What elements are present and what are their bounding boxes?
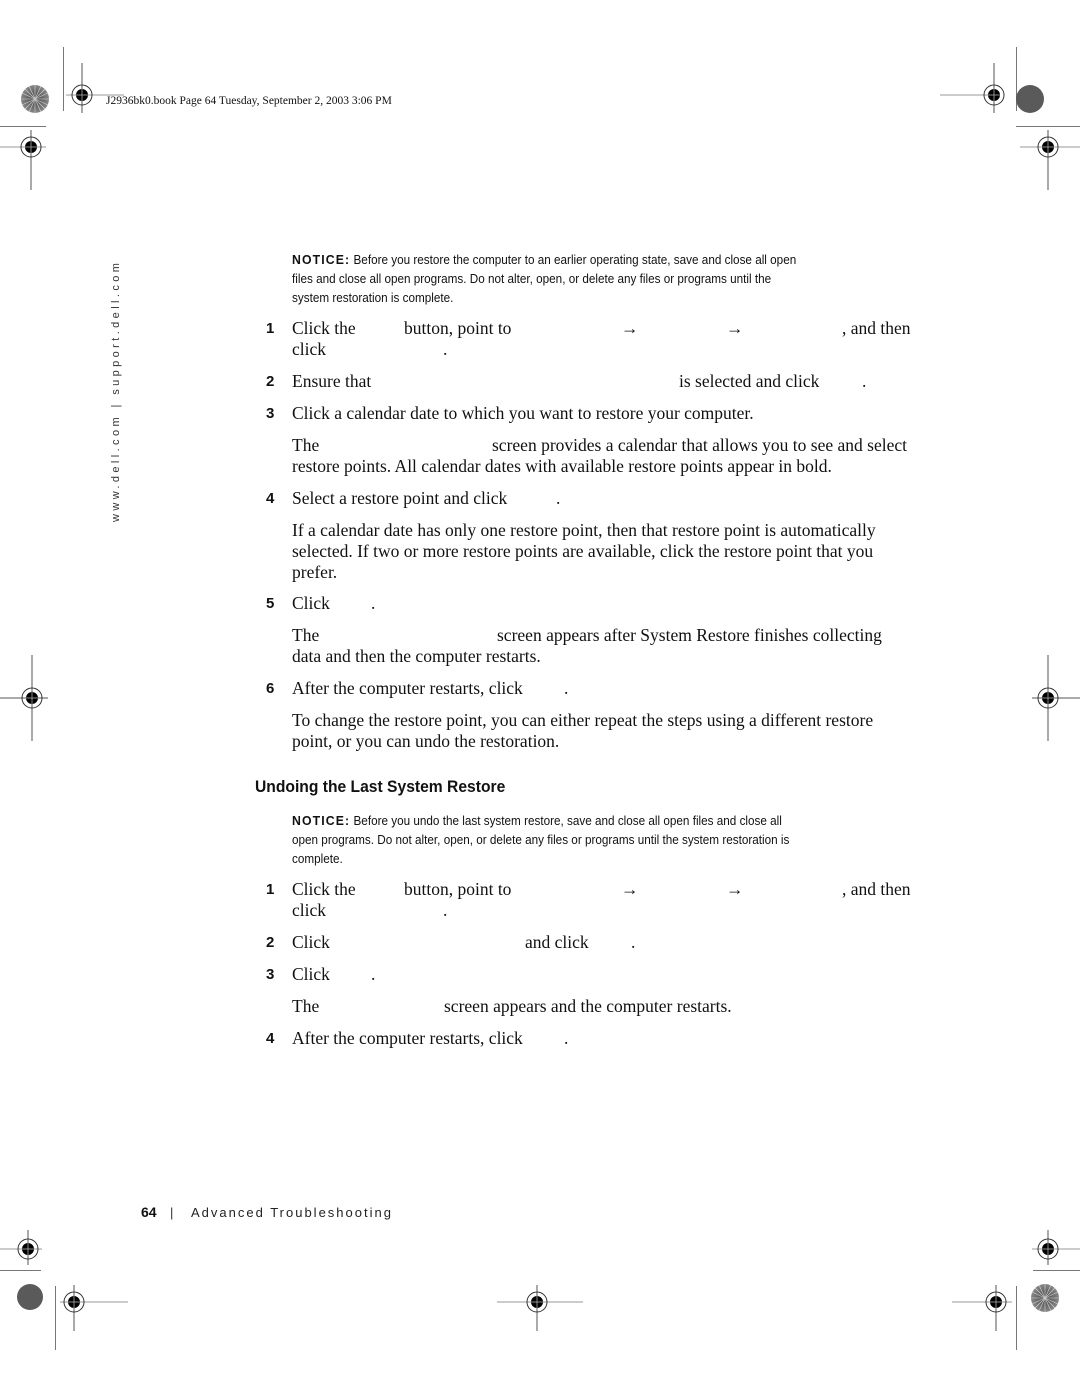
registration-mark-icon — [952, 1285, 1012, 1331]
step-text: Click the — [292, 879, 356, 899]
step-number: 1 — [266, 320, 275, 337]
step-text: button, point to — [404, 318, 512, 338]
notice-line: NOTICE: Before you undo the last system … — [292, 811, 782, 832]
step-number: 5 — [266, 595, 275, 612]
chapter-title: Advanced Troubleshooting — [191, 1205, 393, 1220]
registration-mark-icon — [0, 130, 46, 190]
step-number: 3 — [266, 966, 275, 983]
step-number: 3 — [266, 405, 275, 422]
crop-line — [0, 1270, 41, 1271]
step-note: The — [292, 625, 320, 645]
step-number: 4 — [266, 490, 275, 507]
notice-line: system restoration is complete. — [292, 291, 454, 305]
step-note: prefer. — [292, 562, 338, 582]
notice-label: NOTICE: — [292, 252, 351, 267]
registration-mark-icon — [497, 1285, 583, 1331]
step-number: 1 — [266, 881, 275, 898]
step-number: 4 — [266, 1030, 275, 1047]
crop-line — [0, 126, 46, 127]
notice-line: open programs. Do not alter, open, or de… — [292, 833, 790, 847]
step-note: If a calendar date has only one restore … — [292, 520, 876, 540]
notice-label: NOTICE: — [292, 813, 351, 828]
registration-mark-icon — [60, 1285, 128, 1331]
side-url: www.dell.com | support.dell.com — [110, 259, 122, 522]
notice-text: Before you restore the computer to an ea… — [353, 253, 797, 267]
step-text: After the computer restarts, click — [292, 678, 523, 698]
step-note: The — [292, 435, 320, 455]
step-text: , and then — [842, 318, 911, 338]
crop-line — [1016, 1286, 1017, 1350]
step-note: point, or you can undo the restoration. — [292, 731, 560, 751]
arrow-icon: → — [726, 318, 744, 338]
step-text: and click — [525, 932, 589, 952]
step-number: 6 — [266, 680, 275, 697]
step-text: button, point to — [404, 879, 512, 899]
starburst-mark-icon — [1031, 1284, 1059, 1312]
step-text: , and then — [842, 879, 911, 899]
crop-line — [1033, 1270, 1080, 1271]
gray-dot-mark-icon — [17, 1284, 43, 1310]
step-note: screen provides a calendar that allows y… — [492, 435, 907, 455]
crop-line — [1016, 126, 1080, 127]
registration-mark-icon — [0, 655, 48, 741]
registration-mark-icon — [1032, 1230, 1080, 1265]
step-text: Click — [292, 932, 330, 952]
step-text: . — [556, 488, 561, 508]
step-text: Click — [292, 593, 330, 613]
notice-text: Before you undo the last system restore,… — [353, 814, 782, 828]
crop-line — [63, 47, 64, 111]
registration-mark-icon — [1032, 655, 1080, 741]
step-note: selected. If two or more restore points … — [292, 541, 874, 561]
step-text: . — [371, 964, 376, 984]
registration-mark-icon — [1020, 130, 1080, 190]
step-note: screen appears and the computer restarts… — [444, 996, 732, 1016]
step-text: Click — [292, 964, 330, 984]
footer-separator: | — [170, 1205, 174, 1220]
starburst-mark-icon — [21, 85, 49, 113]
step-text: . — [443, 339, 448, 359]
step-text: click — [292, 339, 327, 359]
arrow-icon: → — [726, 879, 744, 899]
step-note: The — [292, 996, 320, 1016]
step-note: restore points. All calendar dates with … — [292, 456, 832, 476]
step-text: Select a restore point and click — [292, 488, 508, 508]
step-text: . — [443, 900, 448, 920]
step-text: . — [371, 593, 376, 613]
notice-line: complete. — [292, 852, 343, 866]
arrow-icon: → — [621, 318, 639, 338]
step-text: is selected and click — [679, 371, 820, 391]
section-heading: Undoing the Last System Restore — [255, 777, 506, 796]
step-number: 2 — [266, 373, 275, 390]
notice-line: NOTICE: Before you restore the computer … — [292, 250, 796, 271]
page-number: 64 — [141, 1204, 157, 1220]
step-text: click — [292, 900, 327, 920]
step-text: After the computer restarts, click — [292, 1028, 523, 1048]
step-text: . — [862, 371, 867, 391]
registration-mark-icon — [940, 63, 1005, 113]
step-text: Ensure that — [292, 371, 372, 391]
print-header-info: J2936bk0.book Page 64 Tuesday, September… — [106, 95, 392, 107]
notice-line: files and close all open programs. Do no… — [292, 272, 772, 286]
gray-dot-mark-icon — [1016, 85, 1044, 113]
step-text: . — [631, 932, 636, 952]
step-text: . — [564, 678, 569, 698]
step-note: screen appears after System Restore fini… — [497, 625, 882, 645]
step-text: Click a calendar date to which you want … — [292, 403, 754, 423]
step-note: To change the restore point, you can eit… — [292, 710, 874, 730]
step-text: Click the — [292, 318, 356, 338]
step-text: . — [564, 1028, 569, 1048]
crop-line — [55, 1286, 56, 1350]
step-number: 2 — [266, 934, 275, 951]
registration-mark-icon — [0, 1230, 42, 1265]
arrow-icon: → — [621, 879, 639, 899]
step-note: data and then the computer restarts. — [292, 646, 541, 666]
